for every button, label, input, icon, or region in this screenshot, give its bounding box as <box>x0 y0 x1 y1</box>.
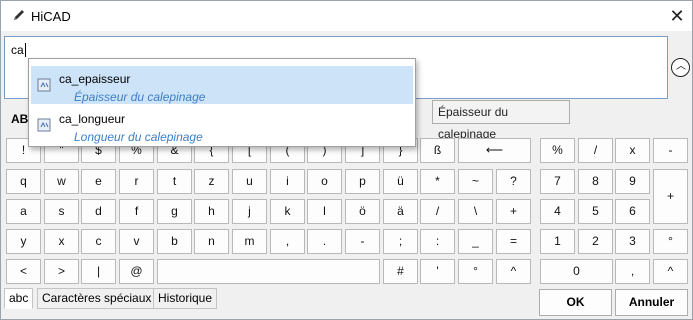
autocomplete-description: Longueur du calepinage <box>74 130 203 144</box>
backspace-key[interactable]: ⟵ <box>458 138 531 163</box>
key[interactable]: o <box>307 169 342 194</box>
key[interactable]: ? <box>496 169 531 194</box>
ok-button[interactable]: OK <box>539 289 612 316</box>
key[interactable]: @ <box>119 259 154 284</box>
key[interactable]: u <box>232 169 267 194</box>
title-bar: HiCAD ✕ <box>1 1 692 31</box>
key[interactable]: ' <box>420 259 455 284</box>
key[interactable]: e <box>81 169 116 194</box>
key[interactable]: p <box>345 169 380 194</box>
key[interactable]: s <box>44 199 79 224</box>
key[interactable]: y <box>6 229 41 254</box>
key[interactable]: < <box>6 259 41 284</box>
key[interactable]: ä <box>383 199 418 224</box>
key[interactable]: , <box>615 259 650 284</box>
key[interactable]: k <box>270 199 305 224</box>
key[interactable]: ~ <box>458 169 493 194</box>
key[interactable]: l <box>307 199 342 224</box>
key[interactable]: h <box>194 199 229 224</box>
key[interactable]: + <box>496 199 531 224</box>
key[interactable]: / <box>420 199 455 224</box>
key[interactable]: m <box>232 229 267 254</box>
collapse-button[interactable]: ︿ <box>671 58 690 77</box>
key[interactable]: z <box>194 169 229 194</box>
key[interactable]: 6 <box>615 199 650 224</box>
key[interactable]: . <box>307 229 342 254</box>
key[interactable]: q <box>6 169 41 194</box>
autocomplete-item[interactable]: ca_epaisseur Épaisseur du calepinage <box>31 66 413 104</box>
key[interactable]: n <box>194 229 229 254</box>
key[interactable]: * <box>420 169 455 194</box>
key[interactable]: t <box>157 169 192 194</box>
key[interactable]: ° <box>653 229 688 254</box>
key[interactable]: 1 <box>540 229 575 254</box>
tab-special-characters[interactable]: Caractères spéciaux <box>37 288 157 309</box>
key[interactable]: ß <box>420 138 455 163</box>
key[interactable]: / <box>578 138 613 163</box>
key[interactable]: ^ <box>653 259 688 284</box>
autocomplete-name: ca_epaisseur <box>59 72 131 86</box>
key[interactable]: w <box>44 169 79 194</box>
key[interactable]: ^ <box>496 259 531 284</box>
key[interactable]: > <box>44 259 79 284</box>
key[interactable]: 5 <box>578 199 613 224</box>
cancel-button[interactable]: Annuler <box>615 289 688 316</box>
autocomplete-name: ca_longueur <box>59 112 126 126</box>
space-key[interactable] <box>157 259 380 284</box>
key[interactable]: ; <box>383 229 418 254</box>
key[interactable]: ü <box>383 169 418 194</box>
tab-history[interactable]: Historique <box>153 288 218 309</box>
window-title: HiCAD <box>31 9 71 24</box>
key[interactable]: g <box>157 199 192 224</box>
key[interactable]: x <box>44 229 79 254</box>
variable-icon <box>37 78 51 92</box>
key[interactable]: | <box>81 259 116 284</box>
key[interactable]: ° <box>458 259 493 284</box>
key[interactable]: ö <box>345 199 380 224</box>
key[interactable]: 8 <box>578 169 613 194</box>
tab-abc[interactable]: abc <box>4 288 34 309</box>
key[interactable]: x <box>615 138 650 163</box>
key[interactable]: 4 <box>540 199 575 224</box>
key[interactable]: 0 <box>540 259 613 284</box>
close-button[interactable]: ✕ <box>667 6 687 26</box>
key[interactable]: # <box>383 259 418 284</box>
key[interactable]: - <box>345 229 380 254</box>
key[interactable]: : <box>420 229 455 254</box>
key[interactable]: 2 <box>578 229 613 254</box>
key[interactable]: = <box>496 229 531 254</box>
key[interactable]: i <box>270 169 305 194</box>
key[interactable]: - <box>653 138 688 163</box>
key[interactable]: \ <box>458 199 493 224</box>
numpad-plus-key[interactable]: + <box>653 169 688 224</box>
key[interactable]: c <box>81 229 116 254</box>
keyboard-mode-label: AB <box>11 112 29 126</box>
key[interactable]: r <box>119 169 154 194</box>
key[interactable]: f <box>119 199 154 224</box>
key[interactable]: , <box>270 229 305 254</box>
autocomplete-description: Épaisseur du calepinage <box>74 90 206 104</box>
key[interactable]: a <box>6 199 41 224</box>
autocomplete-item[interactable]: ca_longueur Longueur du calepinage <box>31 106 413 144</box>
key[interactable]: d <box>81 199 116 224</box>
variable-icon <box>37 118 51 132</box>
dialog-window: HiCAD ✕ ca Épaisseur du calepinage ︿ ca_… <box>0 0 693 320</box>
key[interactable]: b <box>157 229 192 254</box>
hint-tooltip: Épaisseur du calepinage <box>432 100 570 141</box>
key[interactable]: j <box>232 199 267 224</box>
key[interactable]: 3 <box>615 229 650 254</box>
autocomplete-popup: ca_epaisseur Épaisseur du calepinage ca_… <box>28 58 416 147</box>
key[interactable]: 9 <box>615 169 650 194</box>
key[interactable]: v <box>119 229 154 254</box>
key[interactable]: 7 <box>540 169 575 194</box>
text-caret <box>24 43 26 57</box>
key[interactable]: _ <box>458 229 493 254</box>
pencil-icon <box>14 10 24 20</box>
chevron-up-icon: ︿ <box>676 61 686 72</box>
input-value: ca <box>11 43 26 57</box>
key[interactable]: % <box>540 138 575 163</box>
